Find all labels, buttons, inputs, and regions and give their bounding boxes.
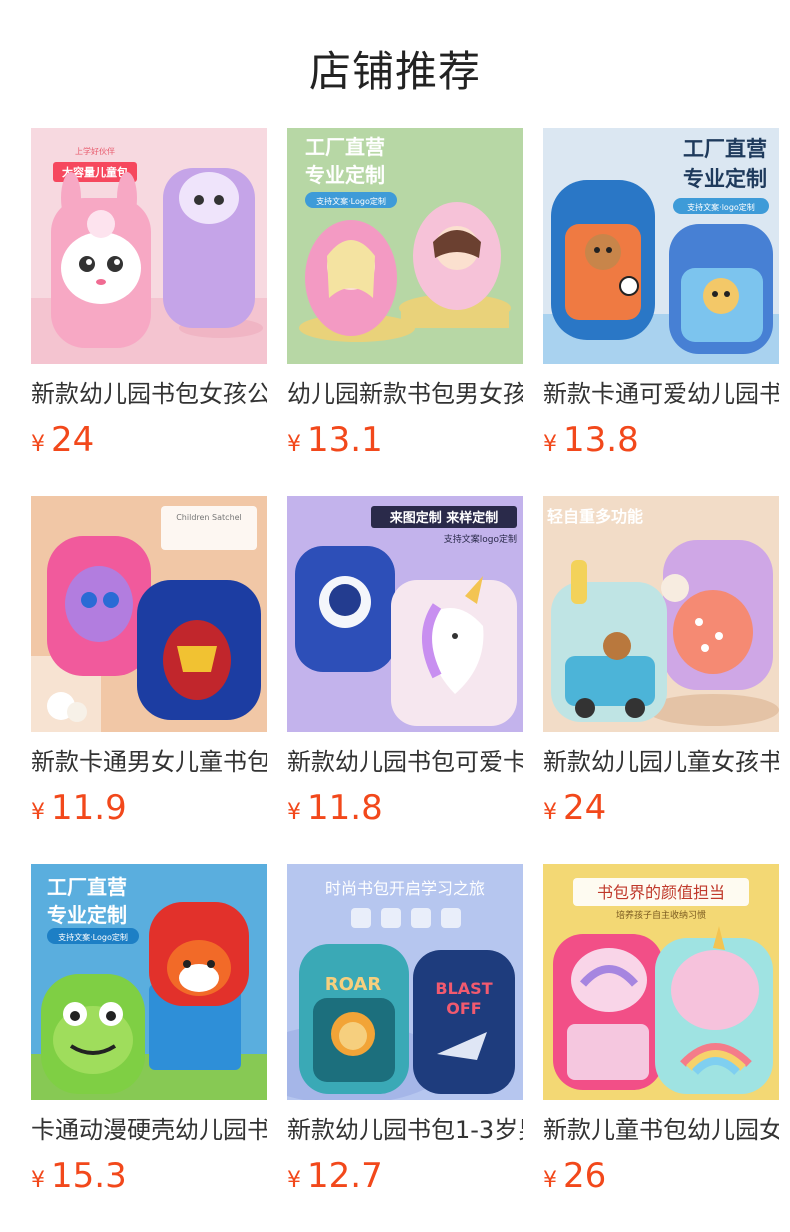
banner-text: Children Satchel	[176, 513, 242, 522]
product-card[interactable]: 时尚书包开启学习之旅 ROAR BLAST OFF 新款幼儿园书包1-3岁男孩 …	[287, 864, 523, 1196]
product-image[interactable]: 书包界的颜值担当 培养孩子自主收纳习惯	[543, 864, 779, 1100]
lion-rocket-backpack-image: 时尚书包开启学习之旅 ROAR BLAST OFF	[287, 864, 523, 1100]
product-image[interactable]: 来图定制 来样定制 支持文案logo定制	[287, 496, 523, 732]
product-name[interactable]: 新款幼儿园儿童女孩书包	[543, 746, 779, 778]
price-value: 24	[563, 788, 607, 828]
currency-symbol: ¥	[287, 432, 301, 457]
banner-text: 工厂直营	[683, 137, 767, 161]
superhero-backpack-image: Children Satchel	[31, 496, 267, 732]
currency-symbol: ¥	[543, 800, 557, 825]
svg-text:ROAR: ROAR	[325, 974, 382, 995]
product-card[interactable]: 大容量儿童包 上学好伙伴 新款幼儿园书包女孩公主可爱 ¥24	[31, 128, 267, 460]
banner-text: 支持文案logo定制	[444, 533, 517, 545]
product-image[interactable]: 大容量儿童包 上学好伙伴	[31, 128, 267, 364]
price-value: 12.7	[307, 1156, 383, 1196]
product-name[interactable]: 新款幼儿园书包1-3岁男孩	[287, 1114, 523, 1146]
banner-text: 专业定制	[305, 163, 385, 187]
banner-text: 支持文案·Logo定制	[58, 932, 128, 942]
product-card[interactable]: 来图定制 来样定制 支持文案logo定制 新款幼儿园书包可爱卡通 ¥11.8	[287, 496, 523, 828]
currency-symbol: ¥	[287, 1168, 301, 1193]
banner-text: 工厂直营	[305, 135, 385, 159]
banner-text: 上学好伙伴	[75, 146, 115, 156]
product-card[interactable]: 轻自重多功能 新款幼儿园儿童女孩书包 ¥24	[543, 496, 779, 828]
banner-text: 支持文案·logo定制	[687, 202, 755, 212]
banner-text: 书包界的颜值担当	[597, 883, 725, 902]
price-value: 13.1	[307, 420, 383, 460]
currency-symbol: ¥	[543, 1168, 557, 1193]
price-value: 13.8	[563, 420, 639, 460]
currency-symbol: ¥	[287, 800, 301, 825]
frog-fox-backpack-image: 工厂直营 专业定制 支持文案·Logo定制	[31, 864, 267, 1100]
product-name[interactable]: 新款幼儿园书包女孩公主可爱	[31, 378, 267, 410]
product-card[interactable]: 工厂直营 专业定制 支持文案·Logo定制 幼儿园新款书包男女孩卡通 ¥13.1	[287, 128, 523, 460]
price-value: 11.9	[51, 788, 127, 828]
product-image[interactable]: 工厂直营 专业定制 支持文案·Logo定制	[31, 864, 267, 1100]
bear-football-backpack-image: 工厂直营 专业定制 支持文案·logo定制	[543, 128, 779, 364]
currency-symbol: ¥	[543, 432, 557, 457]
banner-text: 支持文案·Logo定制	[316, 196, 386, 206]
product-image[interactable]: 工厂直营 专业定制 支持文案·logo定制	[543, 128, 779, 364]
banner-text: 轻自重多功能	[547, 507, 643, 526]
product-price: ¥15.3	[31, 1156, 267, 1196]
product-image[interactable]: Children Satchel	[31, 496, 267, 732]
pink-bunny-backpack-image: 大容量儿童包 上学好伙伴	[31, 128, 267, 364]
svg-text:BLAST: BLAST	[435, 979, 492, 998]
banner-text: 时尚书包开启学习之旅	[325, 879, 485, 898]
product-image[interactable]: 轻自重多功能	[543, 496, 779, 732]
product-price: ¥12.7	[287, 1156, 523, 1196]
product-image[interactable]: 时尚书包开启学习之旅 ROAR BLAST OFF	[287, 864, 523, 1100]
currency-symbol: ¥	[31, 800, 45, 825]
product-price: ¥13.1	[287, 420, 523, 460]
page-title: 店铺推荐	[308, 47, 481, 96]
banner-text: 培养孩子自主收纳习惯	[616, 909, 706, 921]
price-value: 15.3	[51, 1156, 127, 1196]
product-card[interactable]: Children Satchel 新款卡通男女儿童书包幼儿园 ¥11.9	[31, 496, 267, 828]
product-price: ¥11.8	[287, 788, 523, 828]
product-card[interactable]: 工厂直营 专业定制 支持文案·logo定制 新款卡通可爱幼儿园书包男孩 ¥13.…	[543, 128, 779, 460]
currency-symbol: ¥	[31, 432, 45, 457]
product-card[interactable]: 工厂直营 专业定制 支持文案·Logo定制 卡通动漫硬壳幼儿园书包 ¥15.3	[31, 864, 267, 1196]
product-price: ¥24	[31, 420, 267, 460]
price-value: 24	[51, 420, 95, 460]
svg-text:OFF: OFF	[446, 999, 481, 1018]
product-name[interactable]: 新款幼儿园书包可爱卡通	[287, 746, 523, 778]
banner-text: 来图定制 来样定制	[389, 510, 499, 526]
price-value: 26	[563, 1156, 607, 1196]
product-price: ¥24	[543, 788, 779, 828]
unicorn-rainbow-backpack-image: 书包界的颜值担当 培养孩子自主收纳习惯	[543, 864, 779, 1100]
product-card[interactable]: 书包界的颜值担当 培养孩子自主收纳习惯 新款儿童书包幼儿园女孩 ¥26	[543, 864, 779, 1196]
product-price: ¥26	[543, 1156, 779, 1196]
product-name[interactable]: 卡通动漫硬壳幼儿园书包	[31, 1114, 267, 1146]
banner-text: 专业定制	[683, 167, 767, 191]
product-name[interactable]: 新款儿童书包幼儿园女孩	[543, 1114, 779, 1146]
car-strawberry-backpack-image: 轻自重多功能	[543, 496, 779, 732]
banner-text: 专业定制	[47, 903, 127, 927]
astronaut-unicorn-backpack-image: 来图定制 来样定制 支持文案logo定制	[287, 496, 523, 732]
princess-hardshell-backpack-image: 工厂直营 专业定制 支持文案·Logo定制	[287, 128, 523, 364]
banner-text: 工厂直营	[47, 875, 127, 899]
product-name[interactable]: 新款卡通男女儿童书包幼儿园	[31, 746, 267, 778]
product-price: ¥13.8	[543, 420, 779, 460]
price-value: 11.8	[307, 788, 383, 828]
product-name[interactable]: 幼儿园新款书包男女孩卡通	[287, 378, 523, 410]
currency-symbol: ¥	[31, 1168, 45, 1193]
product-image[interactable]: 工厂直营 专业定制 支持文案·Logo定制	[287, 128, 523, 364]
product-price: ¥11.9	[31, 788, 267, 828]
product-name[interactable]: 新款卡通可爱幼儿园书包男孩	[543, 378, 779, 410]
